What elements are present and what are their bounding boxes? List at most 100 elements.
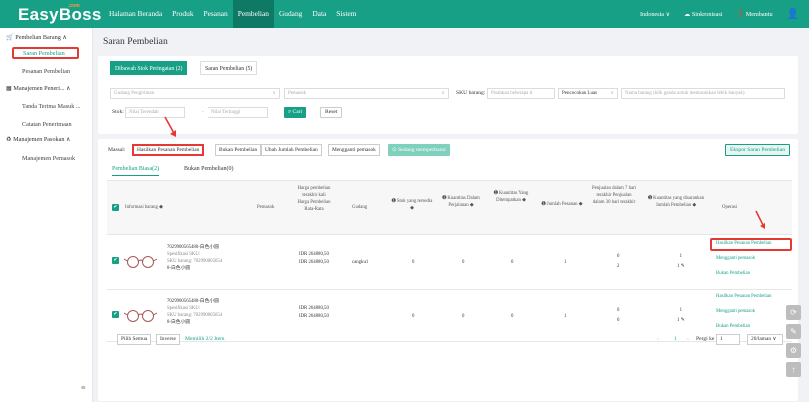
main-nav: Halaman Beranda Produk Pesanan Pembelian… xyxy=(104,0,361,28)
select-all-checkbox[interactable]: ✔ xyxy=(112,204,119,211)
placed-cell: 0 xyxy=(511,260,514,265)
pointer-arrow xyxy=(164,116,176,137)
generate-po-button[interactable]: Hasilkan Pesanan Pembelian xyxy=(132,144,205,156)
note-icon[interactable]: ✎ xyxy=(786,324,801,339)
col-operation: Operasi xyxy=(722,205,737,210)
sku-label: SKU barang: xyxy=(456,90,486,96)
transit-cell: 0 xyxy=(462,260,465,265)
sidebar-item-supplier[interactable]: Manajemen Pemasok xyxy=(22,155,75,162)
goto-label: Pergi ke xyxy=(696,336,715,342)
sidebar: 🛒 Pembelian Barang ∧ Saran Pembelian Pes… xyxy=(0,28,93,402)
col-stock: ➊ Stok yang tersedia ◆ xyxy=(391,199,433,211)
settings-icon[interactable]: ⚙ xyxy=(786,343,801,358)
nav-home[interactable]: Halaman Beranda xyxy=(104,0,167,28)
reset-button[interactable]: Reset xyxy=(320,107,343,118)
sidebar-group-receiving[interactable]: ▦ Manajemen Peneri... ∧ xyxy=(6,85,71,92)
top-right-tools: Indonesia ∨ ☁ Sinkronisasi ❓ Membantu 👤 xyxy=(626,0,799,28)
range-separator: - xyxy=(202,109,204,115)
sidebar-item-purchase-suggestion[interactable]: Saran Pembelian xyxy=(12,47,79,59)
export-button[interactable]: Ekspor Saran Pembelian xyxy=(725,144,790,156)
refresh-icon[interactable]: ⟳ xyxy=(786,305,801,320)
sales-cell: 00 xyxy=(617,308,620,323)
col-pending: ➊ Jumlah Pesanan ◆ xyxy=(541,202,583,207)
invert-button[interactable]: Inverse xyxy=(156,334,180,345)
col-warehouse: Gudang xyxy=(352,205,368,210)
sidebar-item-receipt[interactable]: Tanda Terima Masuk ... xyxy=(22,103,80,110)
page-number[interactable]: 1 xyxy=(674,336,677,342)
suggest-cell: 11 ✎ xyxy=(677,308,685,323)
nav-orders[interactable]: Pesanan xyxy=(199,0,233,28)
glasses-thumbnail xyxy=(123,306,158,324)
glasses-thumbnail xyxy=(123,252,158,270)
selected-count: Memilih 2/2 Item xyxy=(185,336,225,342)
page-title: Saran Pembelian xyxy=(103,36,168,47)
tab-no-purchase[interactable]: Bukan Pembelian(0) xyxy=(184,166,234,172)
sidebar-group-supply[interactable]: ♻ Manajemen Pasokan ∧ xyxy=(6,136,71,143)
sidebar-item-purchase-order[interactable]: Pesanan Pembelian xyxy=(22,68,70,75)
app-logo[interactable]: EasyBoss xyxy=(18,5,102,25)
warehouse-cell: cangku1 xyxy=(352,260,369,265)
op-no-purchase[interactable]: Bukan Pembelian xyxy=(716,271,750,276)
sync-button[interactable]: ☁ Sinkronisasi xyxy=(684,11,722,18)
collapse-menu-icon[interactable]: ≡ xyxy=(81,383,86,392)
nav-products[interactable]: Produk xyxy=(167,0,198,28)
op-no-purchase[interactable]: Bukan Pembelian xyxy=(716,324,750,329)
table-header: ✔ Informasi barang ◆ Pemasok Harga pembe… xyxy=(107,180,792,235)
nav-data[interactable]: Data xyxy=(307,0,331,28)
table-row: ✔ 7029900565480-白色小圆 Spesifikasi SKU: SK… xyxy=(107,290,792,342)
pending-cell: 1 xyxy=(564,314,567,319)
op-generate-po[interactable]: Hasilkan Pesanan Pembelian xyxy=(716,241,771,246)
select-all-button[interactable]: Pilih Semua xyxy=(117,334,152,345)
warehouse-select[interactable]: Gudang Pengiriman ∨ xyxy=(110,88,280,99)
op-change-supplier[interactable]: Mengganti pemasok xyxy=(716,309,755,314)
product-name-input[interactable]: Nama barang (klik ganda untuk memasukkan… xyxy=(621,88,785,99)
edit-icon[interactable]: ✎ xyxy=(681,264,685,269)
tab-regular-purchase[interactable]: Pembelian Biasa(2) xyxy=(112,166,160,176)
sales-cell: 02 xyxy=(617,254,620,269)
stock-max-input[interactable]: Nilai Tertinggi xyxy=(208,107,268,118)
nav-purchasing[interactable]: Pembelian xyxy=(232,0,274,28)
logo-suffix: .com xyxy=(68,3,80,9)
prev-page-icon[interactable]: ‹ xyxy=(657,336,659,342)
price-cell: IDR 264880,50 IDR 264880,50 xyxy=(299,306,329,319)
filter-card: Dibawah Stok Peringatan (2) Saran Pembel… xyxy=(98,56,798,134)
region-selector[interactable]: Indonesia ∨ xyxy=(640,11,670,18)
transit-cell: 0 xyxy=(462,314,465,319)
col-suggested: ➊ Kuantitas yang disarankan Jumlah Pembe… xyxy=(647,196,705,208)
page-size-select[interactable]: 20/laman ∨ xyxy=(747,334,783,345)
change-supplier-button[interactable]: Mengganti pemasok xyxy=(328,144,380,156)
row-checkbox[interactable]: ✔ xyxy=(112,311,119,318)
sidebar-item-receiving-log[interactable]: Catatan Penerimaan xyxy=(22,121,72,128)
tab-below-warning[interactable]: Dibawah Stok Peringatan (2) xyxy=(110,61,188,75)
back-to-top-icon[interactable]: ↑ xyxy=(786,362,801,377)
col-transit: ➊ Kuantitas Dalam Perjalanan ◆ xyxy=(442,196,480,208)
no-purchase-button[interactable]: Bukan Pembelian xyxy=(215,144,262,156)
user-icon[interactable]: 👤 xyxy=(787,9,799,20)
op-change-supplier[interactable]: Mengganti pemasok xyxy=(716,256,755,261)
match-select[interactable]: Pencocokan Luas ∨ xyxy=(558,88,618,99)
tab-suggestion[interactable]: Saran Pembelian (5) xyxy=(200,61,258,75)
sidebar-group-purchasing[interactable]: 🛒 Pembelian Barang ∧ xyxy=(6,33,67,41)
supplier-select[interactable]: Pemasok ∨ xyxy=(284,88,449,99)
col-placed: ➊ Kuantitas Yang Ditempatkan ◆ xyxy=(493,191,529,203)
edit-icon[interactable]: ✎ xyxy=(681,318,685,323)
syncing-button[interactable]: ⊙ Sedang memperbarui xyxy=(388,144,450,156)
col-price: Harga pembelian terakhir kali Harga Pemb… xyxy=(297,186,331,212)
help-button[interactable]: ❓ Membantu xyxy=(736,10,772,18)
next-page-icon[interactable]: › xyxy=(687,336,689,342)
goto-input[interactable]: 1 xyxy=(716,334,740,345)
col-info: Informasi barang ◆ xyxy=(125,205,163,210)
main-content: Saran Pembelian Dibawah Stok Peringatan … xyxy=(93,28,809,402)
stock-cell: 0 xyxy=(412,260,415,265)
placed-cell: 0 xyxy=(511,314,514,319)
suggest-cell: 11 ✎ xyxy=(677,254,685,269)
search-button[interactable]: ⌕ Cari xyxy=(284,107,307,118)
nav-warehouse[interactable]: Gudang xyxy=(274,0,307,28)
product-info: 7029900565480-白色小圆 Spesifikasi SKU: SKU … xyxy=(167,245,223,271)
row-checkbox[interactable]: ✔ xyxy=(112,257,119,264)
nav-system[interactable]: Sistem xyxy=(331,0,361,28)
op-generate-po[interactable]: Hasilkan Pesanan Pembelian xyxy=(716,294,771,299)
change-qty-button[interactable]: Ubah Jumlah Pembelian xyxy=(261,144,322,156)
col-supplier: Pemasok xyxy=(257,205,275,210)
sku-input[interactable]: Pisahkan beberapa it xyxy=(487,88,555,99)
